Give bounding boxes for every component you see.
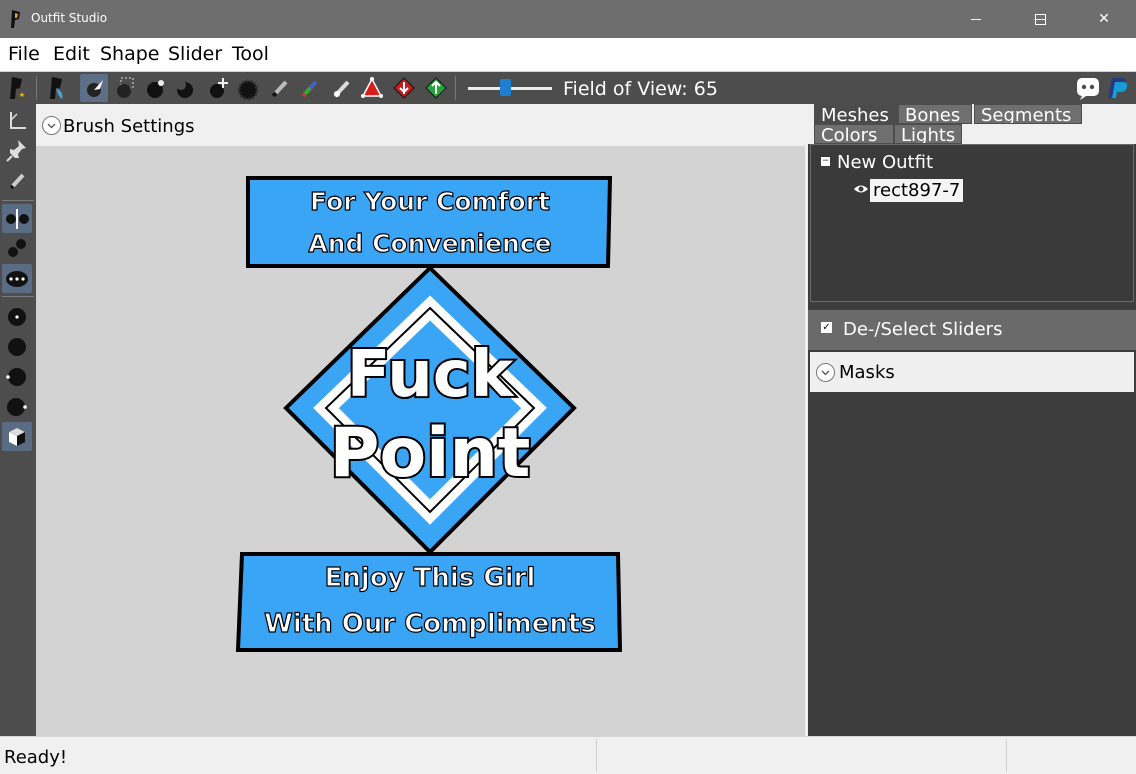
masks-expand-icon[interactable] bbox=[816, 363, 835, 382]
menu-bar: File Edit Shape Slider Tool bbox=[0, 38, 1136, 72]
diamond-green-icon[interactable] bbox=[422, 74, 450, 102]
anchor-icon[interactable] bbox=[2, 106, 32, 135]
discord-icon[interactable] bbox=[1074, 74, 1102, 102]
bottom-line-2: With Our Compliments bbox=[264, 609, 596, 639]
tab-colors[interactable]: Colors bbox=[814, 124, 894, 144]
3d-viewport[interactable]: For Your Comfort And Convenience Fuck Po… bbox=[36, 146, 805, 736]
brush-settings-bar: Brush Settings bbox=[36, 104, 805, 146]
select-sliders-label[interactable]: De-/Select Sliders bbox=[843, 319, 1002, 340]
field-of-view-label: Field of View: 65 bbox=[563, 78, 718, 100]
cube-icon[interactable] bbox=[2, 422, 32, 451]
status-divider bbox=[1006, 739, 1007, 772]
close-icon: ✕ bbox=[1098, 11, 1110, 27]
paypal-icon[interactable] bbox=[1104, 74, 1132, 102]
right-panel: Meshes Bones Segments Colors Lights − Ne… bbox=[808, 104, 1136, 736]
outfit-brush-icon[interactable] bbox=[44, 74, 72, 102]
select-icon[interactable] bbox=[80, 74, 108, 102]
box-select-icon[interactable] bbox=[111, 74, 139, 102]
minimize-glyph bbox=[971, 18, 981, 20]
diamond-red-icon[interactable] bbox=[390, 74, 418, 102]
gear-brush-icon[interactable] bbox=[234, 74, 262, 102]
pencil-icon[interactable] bbox=[2, 166, 32, 195]
move-icon[interactable] bbox=[204, 74, 232, 102]
status-text: Ready! bbox=[4, 747, 68, 768]
sphere-brush-icon[interactable] bbox=[142, 74, 170, 102]
mesh-artwork: For Your Comfort And Convenience Fuck Po… bbox=[235, 176, 623, 652]
alpha-brush-icon[interactable] bbox=[328, 74, 356, 102]
center-line-1: Fuck bbox=[347, 338, 515, 412]
maximize-button[interactable] bbox=[1008, 0, 1072, 38]
right-tabs: Meshes Bones Segments Colors Lights bbox=[808, 104, 1136, 144]
masks-label[interactable]: Masks bbox=[839, 362, 895, 383]
triangle-red-icon[interactable] bbox=[358, 74, 386, 102]
outfit-star-icon[interactable] bbox=[4, 74, 32, 102]
split-icon[interactable] bbox=[2, 204, 32, 233]
center-line-2: Point bbox=[330, 414, 531, 493]
bottom-line-1: Enjoy This Girl bbox=[325, 563, 536, 593]
menu-edit[interactable]: Edit bbox=[53, 43, 90, 65]
menu-file[interactable]: File bbox=[8, 43, 40, 65]
menu-tool[interactable]: Tool bbox=[232, 43, 269, 65]
app-icon bbox=[11, 10, 20, 28]
maximize-icon bbox=[1034, 13, 1046, 25]
brush-settings-expand-icon[interactable] bbox=[42, 116, 61, 135]
window-title: Outfit Studio bbox=[31, 11, 108, 25]
tab-segments[interactable]: Segments bbox=[974, 104, 1082, 124]
ellipsis-icon[interactable] bbox=[2, 264, 32, 293]
pin-icon[interactable] bbox=[2, 136, 32, 165]
dots-icon[interactable] bbox=[2, 234, 32, 263]
left-dot-icon[interactable] bbox=[2, 362, 32, 391]
menu-shape[interactable]: Shape bbox=[100, 43, 160, 65]
top-line-1: For Your Comfort bbox=[310, 187, 550, 216]
status-bar: Ready! bbox=[0, 736, 1136, 774]
close-button[interactable]: ✕ bbox=[1072, 0, 1136, 38]
tree-root-outfit[interactable]: New Outfit bbox=[837, 152, 933, 173]
tab-meshes[interactable]: Meshes bbox=[814, 104, 898, 124]
color-wand-icon[interactable] bbox=[296, 74, 324, 102]
menu-slider[interactable]: Slider bbox=[168, 43, 222, 65]
main-toolbar: Field of View: 65 bbox=[0, 72, 1136, 104]
right-dot-icon[interactable] bbox=[2, 392, 32, 421]
minimize-button-area[interactable] bbox=[944, 0, 1008, 38]
masks-header: Masks bbox=[810, 352, 1134, 392]
status-divider bbox=[596, 739, 597, 772]
eye-icon[interactable] bbox=[853, 183, 869, 195]
brush-settings-label[interactable]: Brush Settings bbox=[63, 116, 195, 137]
tree-collapse-icon[interactable]: − bbox=[821, 157, 830, 166]
wand-icon[interactable] bbox=[266, 74, 294, 102]
select-sliders-checkbox[interactable]: ✓ bbox=[821, 322, 832, 333]
solid-circle-icon[interactable] bbox=[2, 332, 32, 361]
tab-bones[interactable]: Bones bbox=[898, 104, 972, 124]
fov-slider-thumb[interactable] bbox=[500, 79, 511, 96]
mesh-tree: − New Outfit rect897-7 bbox=[810, 144, 1134, 302]
sliders-header: ✓ De-/Select Sliders bbox=[808, 310, 1136, 350]
tab-lights[interactable]: Lights bbox=[894, 124, 962, 144]
tree-item-mesh[interactable]: rect897-7 bbox=[870, 179, 964, 202]
left-tool-strip bbox=[0, 104, 36, 736]
crescent-brush-icon[interactable] bbox=[172, 74, 200, 102]
top-line-2: And Convenience bbox=[308, 229, 551, 258]
point-icon[interactable] bbox=[2, 302, 32, 331]
